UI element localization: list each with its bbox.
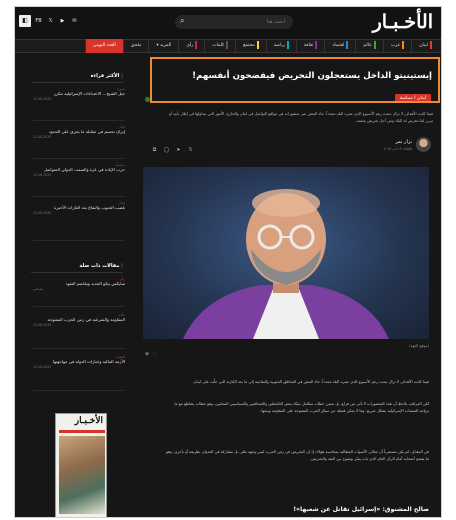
item-time: 12.08.2025 — [33, 211, 52, 215]
item-time: 12.08.2025 — [33, 97, 52, 101]
nav-item-daily-issue[interactable]: العدد اليومي — [84, 39, 123, 53]
nav-accent — [286, 40, 289, 49]
article-paragraph: في المقابل، لم يكن مستغرباً أن تتعالى ال… — [166, 449, 429, 461]
search-icon[interactable]: ⌕ — [180, 16, 184, 26]
nav-item-arab[interactable]: عرب — [382, 39, 411, 53]
site-brand[interactable]: الأخـبـار — [372, 11, 434, 33]
main-nav: لبنان عرب عالم اقتصاد ثقافة رياضة مجتمع … — [15, 39, 441, 53]
cover-brand: الأخـبـار — [74, 416, 103, 426]
article-paragraph: لكن المراقب يلاحظ أن هذه المنشورات لا تأ… — [174, 401, 429, 413]
nav-accent — [430, 40, 432, 49]
share-bar: ⧉ ◯ ➤ 𝕏 — [151, 147, 194, 153]
listen-icon[interactable]: ◌ — [152, 351, 156, 357]
x-icon[interactable]: 𝕏 — [46, 17, 55, 26]
photo-caption: (موقع العهد) — [409, 343, 429, 348]
nav-item-supplement[interactable]: ملحق — [122, 39, 149, 53]
nav-item-sport[interactable]: رياضة — [265, 39, 296, 53]
nav-accent — [256, 40, 259, 49]
sidebar-latest-item[interactable]: سوريا جبل الشيخ... الاعتداءات الإسرائيلي… — [33, 87, 125, 121]
nav-item-opinion[interactable]: رأي — [178, 39, 204, 53]
nav-item-culture[interactable]: ثقافة — [295, 39, 324, 53]
item-time: 12.08.2025 — [33, 365, 52, 369]
brand-text: الأخـبـار — [372, 11, 434, 33]
whatsapp-icon[interactable]: ◯ — [163, 147, 170, 153]
nav-item-words[interactable]: كلمات — [204, 39, 235, 53]
audio-player: ◉ ◌ — [145, 351, 157, 357]
article-date: الثلاثاء ١٢ آب ٢٠٢٥ — [383, 147, 412, 151]
nav-accent — [315, 40, 318, 49]
nav-accent — [373, 40, 376, 49]
social-links: ◧ FB 𝕏 ▶ ✉ — [19, 15, 79, 27]
site-logo-icon[interactable]: ◧ — [19, 15, 31, 27]
item-time: 12.08.2025 — [33, 135, 52, 139]
nav-item-world[interactable]: عالم — [355, 39, 382, 53]
cover-headline-bar — [59, 430, 105, 433]
mail-icon[interactable]: ✉ — [70, 17, 79, 26]
sidebar-latest-item[interactable]: سياسة حرب الإبادة في غزة والصمت الدولي ا… — [33, 163, 125, 197]
search-input[interactable] — [193, 17, 285, 27]
sidebar-latest-item[interactable]: لبنان غضب الجنوب والبقاع بعد الغارات الأ… — [33, 201, 125, 241]
article-paragraph: فيما كانت الأهداف لا تزال تبحث رغم الأسب… — [192, 379, 429, 384]
nav-item-economy[interactable]: اقتصاد — [324, 39, 355, 53]
portrait-illustration — [183, 189, 389, 339]
sidebar-latest-item[interactable]: لبنان إيران تحسم في مقابلة ما يجري على ا… — [33, 125, 125, 159]
play-icon[interactable]: ◉ — [145, 351, 149, 357]
nav-accent — [226, 40, 229, 49]
telegram-icon[interactable]: ➤ — [175, 147, 182, 153]
daily-issue-cover[interactable]: الأخـبـار — [55, 413, 107, 517]
sidebar-latest-title: | الأكثر قراءة — [31, 73, 123, 83]
nav-accent — [346, 40, 349, 49]
youtube-icon[interactable]: ▶ — [58, 17, 67, 26]
item-time: سايكس — [33, 287, 44, 291]
nav-accent — [402, 40, 405, 49]
cover-photo — [59, 436, 105, 514]
article-photo — [143, 167, 429, 339]
search-box[interactable]: ⌕ — [175, 15, 293, 29]
author-name[interactable]: نزار نمر — [395, 139, 412, 145]
highlight-annotation — [150, 57, 440, 103]
author-avatar[interactable] — [416, 137, 431, 152]
article-summary: فيما كانت الأهداف لا تزال تبحث رغم الأسب… — [168, 111, 433, 123]
sidebar-related-title: | مقالات ذات صلة — [31, 263, 123, 273]
section-marker: | — [119, 263, 123, 269]
facebook-icon[interactable]: FB — [34, 17, 43, 26]
copy-link-icon[interactable]: ⧉ — [151, 147, 158, 153]
item-time: 12.08.2025 — [33, 173, 52, 177]
sidebar-related-item[interactable]: رأي سايكس بيكو الجديد وتقاسم النفوذ سايك… — [33, 277, 125, 307]
sidebar-related-item[interactable]: عالم المقاومة والشرعية في زمن الحرب المف… — [33, 313, 125, 349]
site-header: ◧ FB 𝕏 ▶ ✉ ⌕ الأخـبـار — [15, 7, 441, 39]
nav-item-lebanon[interactable]: لبنان — [411, 39, 439, 53]
item-time: 12.08.2025 — [33, 323, 52, 327]
nav-accent — [195, 40, 198, 49]
article-subheading: صالح المشنوق: «إسرائيل تقاتل عن شعبها»! — [293, 506, 429, 513]
author-block[interactable]: نزار نمر الثلاثاء ١٢ آب ٢٠٢٥ — [341, 137, 431, 153]
sidebar-related-item[interactable]: اقتصاد الأزمة المالية وخيارات الدولة في … — [33, 355, 125, 391]
section-marker: | — [119, 73, 123, 79]
x-share-icon[interactable]: 𝕏 — [187, 147, 194, 153]
nav-more-dropdown[interactable]: المزيد ▾ — [148, 39, 178, 53]
nav-item-society[interactable]: مجتمع — [235, 39, 266, 53]
